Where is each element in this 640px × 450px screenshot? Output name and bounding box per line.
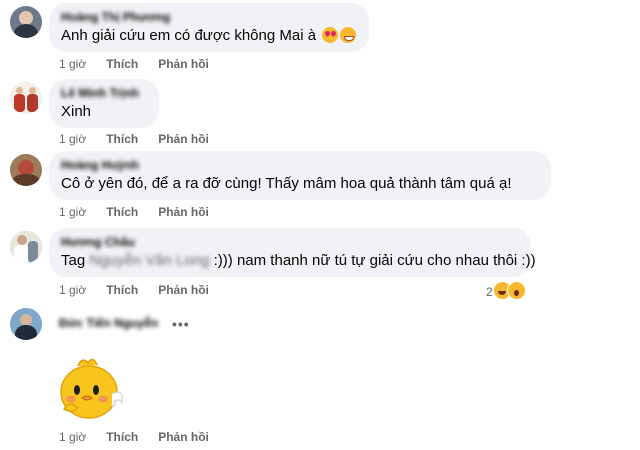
- avatar[interactable]: [10, 154, 42, 186]
- comment-bubble: Lê Minh Trịnh Xinh: [49, 79, 159, 128]
- comment-actions: 1 giờ Thích Phản hồi: [59, 283, 229, 297]
- comment-author[interactable]: Hương Châu: [61, 235, 519, 250]
- reply-button[interactable]: Phản hồi: [158, 430, 209, 444]
- like-button[interactable]: Thích: [106, 205, 138, 219]
- reaction-summary[interactable]: 2: [486, 281, 526, 300]
- avatar[interactable]: [10, 82, 42, 114]
- avatar[interactable]: [10, 231, 42, 263]
- comment-actions: 1 giờ Thích Phản hồi: [59, 205, 229, 219]
- comment-actions: 1 giờ Thích Phản hồi: [59, 57, 229, 71]
- comment-bubble: Hương Châu Tag Nguyễn Văn Long :))) nam …: [49, 228, 536, 277]
- comment-text: Cô ở yên đó, để a ra đỡ cùng! Thấy mâm h…: [61, 175, 512, 192]
- reaction-count: 2: [486, 285, 493, 299]
- comment-actions: 1 giờ Thích Phản hồi: [59, 430, 229, 444]
- reply-button[interactable]: Phản hồi: [158, 57, 209, 71]
- comment-author[interactable]: Hoàng Huỳnh: [61, 158, 539, 173]
- like-button[interactable]: Thích: [106, 57, 138, 71]
- yellow-chick-sticker-icon: [60, 358, 124, 419]
- heart-eyes-emoji-icon: [322, 27, 339, 43]
- more-options-icon[interactable]: •••: [172, 316, 190, 332]
- comment-bubble: Hoàng Thị Phương Anh giải cứu em có được…: [49, 3, 369, 52]
- comment-time[interactable]: 1 giờ: [59, 430, 86, 444]
- comment-text: Xinh: [61, 103, 92, 120]
- like-button[interactable]: Thích: [106, 132, 138, 146]
- wow-reaction-icon: [506, 281, 526, 300]
- reply-button[interactable]: Phản hồi: [158, 132, 209, 146]
- comment-text: Anh giải cứu em có được không Mai à: [61, 26, 357, 46]
- avatar[interactable]: [10, 308, 42, 340]
- comment-author[interactable]: Đức Tiến Nguyễn: [59, 316, 158, 331]
- comment-text: Tag Nguyễn Văn Long :))) nam thanh nữ tú…: [61, 252, 536, 269]
- comment-time[interactable]: 1 giờ: [59, 132, 86, 146]
- comment-bubble: Hoàng Huỳnh Cô ở yên đó, để a ra đỡ cùng…: [49, 151, 551, 200]
- reply-button[interactable]: Phản hồi: [158, 283, 209, 297]
- comment-author[interactable]: Hoàng Thị Phương: [61, 10, 357, 25]
- comment-time[interactable]: 1 giờ: [59, 283, 86, 297]
- like-button[interactable]: Thích: [106, 283, 138, 297]
- comment-time[interactable]: 1 giờ: [59, 57, 86, 71]
- comment-actions: 1 giờ Thích Phản hồi: [59, 132, 229, 146]
- grinning-emoji-icon: [340, 27, 357, 43]
- like-button[interactable]: Thích: [106, 430, 138, 444]
- tagged-user-link[interactable]: Nguyễn Văn Long: [89, 252, 209, 269]
- reply-button[interactable]: Phản hồi: [158, 205, 209, 219]
- comment-time[interactable]: 1 giờ: [59, 205, 86, 219]
- avatar[interactable]: [10, 6, 42, 38]
- comment-author[interactable]: Lê Minh Trịnh: [61, 86, 147, 101]
